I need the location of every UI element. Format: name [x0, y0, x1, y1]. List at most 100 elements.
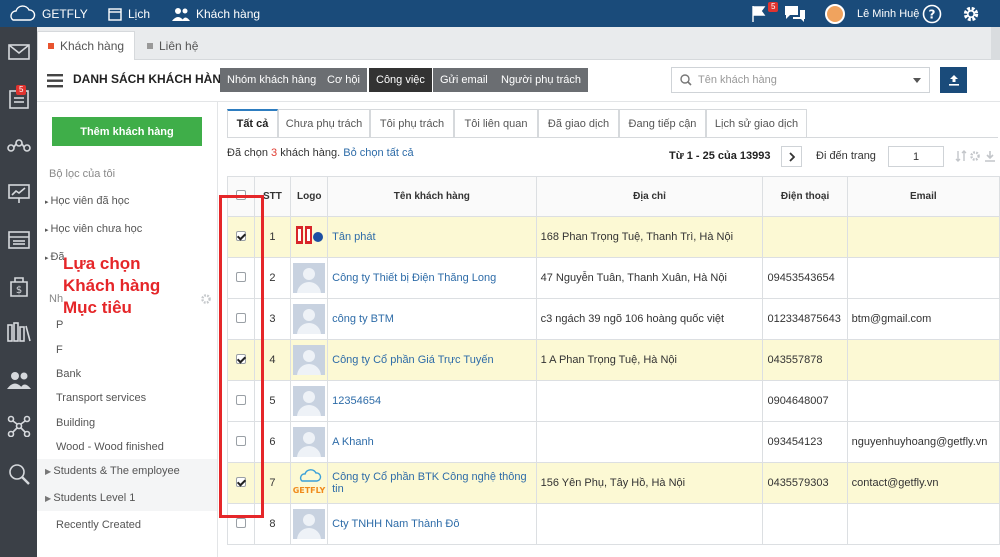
- customer-name-link[interactable]: Công ty Thiết bị Điện Thăng Long: [327, 257, 537, 299]
- svg-text:?: ?: [929, 7, 936, 21]
- filter-item[interactable]: ▸ Đã: [45, 251, 65, 263]
- notifications-flag[interactable]: 5: [750, 0, 779, 27]
- download-icon[interactable]: [984, 150, 996, 162]
- customer-name-link[interactable]: công ty BTM: [327, 298, 537, 340]
- hamburger-icon[interactable]: [47, 74, 63, 88]
- group-item[interactable]: Recently Created: [56, 519, 141, 531]
- rail-network[interactable]: [0, 407, 37, 445]
- opportunity-button[interactable]: Cơ hội: [320, 68, 367, 92]
- rail-sales[interactable]: $: [0, 267, 37, 305]
- rail-workflow[interactable]: [0, 127, 37, 165]
- export-button[interactable]: [940, 67, 967, 93]
- top-bar: GETFLY Lịch Khách hàng 5 Lê Minh Huệ ?: [0, 0, 1000, 27]
- table-row[interactable]: 1 Tân phát 168 Phan Trọng Tuệ, Thanh Trì, …: [227, 216, 1000, 258]
- nav-calendar[interactable]: Lịch: [108, 0, 150, 27]
- scrollbar[interactable]: [991, 27, 1000, 60]
- user-menu[interactable]: Lê Minh Huệ: [825, 0, 919, 27]
- rail-search[interactable]: [0, 455, 37, 493]
- col-email[interactable]: Email: [846, 176, 1000, 217]
- customer-name-link[interactable]: Cty TNHH Nam Thành Đô: [327, 503, 537, 545]
- settings-button[interactable]: [961, 0, 981, 27]
- table-row[interactable]: 4 Công ty Cổ phần Giá Trực Tuyến 1 A Phan …: [227, 339, 1000, 381]
- next-page-button[interactable]: [781, 146, 802, 167]
- chat-button[interactable]: [784, 0, 806, 27]
- group-item[interactable]: ▶ Students Level 1: [45, 492, 135, 504]
- table-row[interactable]: 5 12354654 0904648007: [227, 380, 1000, 422]
- address-cell: [535, 421, 764, 463]
- svg-text:GETFLY: GETFLY: [293, 486, 326, 495]
- assignee-button[interactable]: Người phụ trách: [494, 68, 589, 92]
- phone-cell: 0904648007: [762, 380, 848, 422]
- address-cell: 156 Yên Phụ, Tây Hồ, Hà Nội: [535, 462, 764, 504]
- table-row[interactable]: 8 Cty TNHH Nam Thành Đô: [227, 503, 1000, 545]
- filter-item[interactable]: ▸ Học viên đã học: [45, 195, 129, 207]
- left-rail: 5 $: [0, 27, 37, 557]
- table-row[interactable]: 3 công ty BTM c3 ngách 39 ngõ 106 hoàng qu…: [227, 298, 1000, 340]
- group-item[interactable]: P: [56, 319, 63, 331]
- group-item[interactable]: F: [56, 344, 63, 356]
- rail-documents[interactable]: 5: [0, 79, 37, 117]
- rail-mail[interactable]: [0, 33, 37, 71]
- rail-contacts[interactable]: [0, 361, 37, 399]
- customer-name-link[interactable]: Tân phát: [327, 216, 537, 258]
- dollar-bag-icon: $: [9, 277, 28, 297]
- email-cell: [846, 216, 1000, 258]
- avatar-placeholder: [293, 304, 326, 334]
- filter-sidebar: Thêm khách hàng Bộ lọc của tôi ▸ Học viê…: [37, 102, 218, 557]
- clear-selection-link[interactable]: Bỏ chọn tất cả: [343, 147, 413, 159]
- brand-logo[interactable]: GETFLY: [6, 0, 88, 27]
- logo-cell: [290, 298, 329, 340]
- row-checkbox[interactable]: [235, 517, 246, 528]
- group-item[interactable]: Transport services: [56, 392, 146, 404]
- page-number-input[interactable]: 1: [888, 146, 944, 167]
- avatar-placeholder: [293, 427, 326, 457]
- customer-name-link[interactable]: 12354654: [327, 380, 537, 422]
- col-address[interactable]: Địa chỉ: [535, 176, 764, 217]
- add-customer-button[interactable]: Thêm khách hàng: [52, 117, 202, 146]
- customer-name-link[interactable]: Công ty Cổ phần Giá Trực Tuyến: [327, 339, 537, 381]
- customer-search-select[interactable]: Tên khách hàng: [671, 67, 930, 93]
- col-name[interactable]: Tên khách hàng: [327, 176, 537, 217]
- rail-list[interactable]: [0, 221, 37, 259]
- sort-icon[interactable]: [955, 150, 967, 162]
- logo-cell: [290, 216, 329, 258]
- tab-history[interactable]: Lịch sử giao dịch: [706, 109, 807, 137]
- rail-presentation[interactable]: [0, 175, 37, 213]
- tab-unassigned[interactable]: Chưa phụ trách: [278, 109, 370, 137]
- window-tab-contacts[interactable]: Liên hệ: [137, 31, 208, 60]
- tab-mine[interactable]: Tôi phụ trách: [370, 109, 454, 137]
- cloud-icon: [10, 4, 36, 21]
- help-button[interactable]: ?: [922, 0, 942, 27]
- tab-transacted[interactable]: Đã giao dịch: [538, 109, 619, 137]
- col-phone[interactable]: Điện thoại: [762, 176, 848, 217]
- customer-group-button[interactable]: Nhóm khách hàng: [220, 68, 324, 92]
- group-item[interactable]: Building: [56, 417, 95, 429]
- tab-approaching[interactable]: Đang tiếp cận: [619, 109, 706, 137]
- tab-all[interactable]: Tất cả: [227, 109, 278, 137]
- customer-table: STT Logo Tên khách hàng Địa chỉ Điện tho…: [227, 176, 1000, 545]
- gear-icon: [963, 6, 979, 21]
- window-tab-customers[interactable]: Khách hàng: [37, 31, 136, 60]
- task-button[interactable]: Công việc: [369, 68, 432, 92]
- table-row[interactable]: 6A Khanh 093454123 nguyenhuyhoang@getfly.v…: [227, 421, 1000, 463]
- rail-library[interactable]: [0, 313, 37, 351]
- gear-icon[interactable]: [969, 150, 981, 162]
- table-row[interactable]: 7 GETFLY Công ty Cổ phần BTK Công nghệ thô…: [227, 462, 1000, 504]
- col-logo: Logo: [290, 176, 329, 217]
- group-item[interactable]: Bank: [56, 368, 81, 380]
- group-item[interactable]: Wood - Wood finished: [56, 441, 164, 453]
- gear-icon[interactable]: [200, 293, 212, 305]
- selection-count: 3: [271, 147, 278, 159]
- phone-cell: [762, 216, 848, 258]
- nav-customers[interactable]: Khách hàng: [172, 0, 260, 27]
- table-row[interactable]: 2 Công ty Thiết bị Điện Thăng Long 47 Nguy…: [227, 257, 1000, 299]
- customer-name-link[interactable]: A Khanh: [327, 421, 537, 463]
- people-icon: [6, 372, 31, 389]
- send-email-button[interactable]: Gửi email: [433, 68, 495, 92]
- address-cell: 1 A Phan Trọng Tuệ, Hà Nội: [535, 339, 764, 381]
- tab-related[interactable]: Tôi liên quan: [454, 109, 538, 137]
- group-item[interactable]: ▶ Students & The employee: [45, 465, 180, 477]
- help-icon: ?: [922, 4, 942, 23]
- customer-name-link[interactable]: Công ty Cổ phần BTK Công nghệ thông tin: [327, 462, 537, 504]
- filter-item[interactable]: ▸ Học viên chưa học: [45, 223, 142, 235]
